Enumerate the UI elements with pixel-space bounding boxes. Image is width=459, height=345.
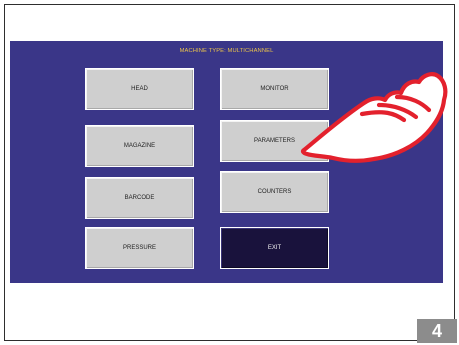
barcode-button[interactable]: BARCODE <box>85 177 194 219</box>
page-number-badge: 4 <box>417 319 457 343</box>
magazine-button[interactable]: MAGAZINE <box>85 125 194 167</box>
pressure-button[interactable]: PRESSURE <box>85 227 194 269</box>
machine-type-title: MACHINE TYPE: MULTICHANNEL <box>179 48 274 54</box>
head-button[interactable]: HEAD <box>85 68 194 110</box>
exit-button[interactable]: EXIT <box>220 227 329 269</box>
pointing-hand-icon <box>300 72 448 163</box>
